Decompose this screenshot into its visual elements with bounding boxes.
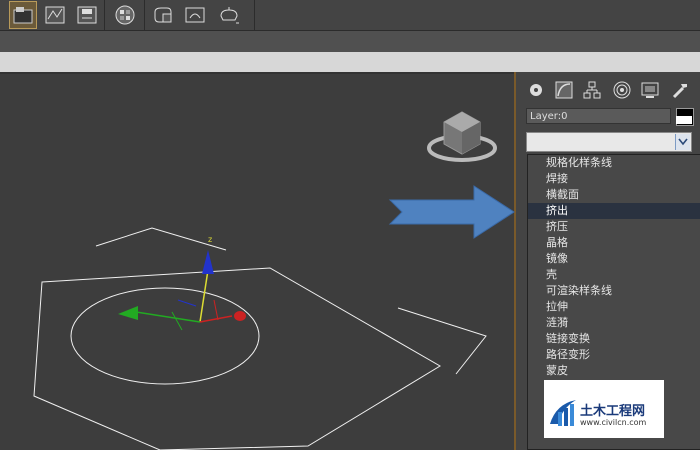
list-item[interactable]: 挤压: [528, 219, 700, 235]
open-icon[interactable]: [9, 1, 37, 29]
list-item[interactable]: 晶格: [528, 235, 700, 251]
spline-outline: [33, 227, 487, 450]
curve-editor-icon[interactable]: [42, 2, 68, 28]
command-panel-tabs: [524, 78, 700, 104]
watermark-title: 土木工程网: [580, 404, 646, 419]
list-item[interactable]: 壳: [528, 267, 700, 283]
list-item[interactable]: 规格化样条线: [528, 155, 700, 171]
civilcn-logo-icon: [550, 400, 576, 426]
layer-field[interactable]: Layer:0: [526, 108, 671, 124]
display-tab[interactable]: [638, 78, 662, 102]
watermark-url: www.civilcn.com: [580, 418, 647, 427]
list-item[interactable]: 焊接: [528, 171, 700, 187]
annotation-arrow-icon: [388, 184, 518, 240]
toolbar-group-files: [0, 0, 105, 30]
watermark-logo: 土木工程网 www.civilcn.com: [544, 380, 664, 438]
list-item[interactable]: 拉伸: [528, 299, 700, 315]
create-tab[interactable]: [524, 78, 548, 102]
hierarchy-tab[interactable]: [580, 78, 604, 102]
utilities-tab[interactable]: [668, 78, 692, 102]
render-icon[interactable]: [216, 2, 242, 28]
viewcube-icon[interactable]: [427, 111, 497, 162]
list-item[interactable]: 横截面: [528, 187, 700, 203]
object-color-swatch-white: [676, 116, 692, 124]
save-icon[interactable]: [74, 2, 100, 28]
viewport-label-bar: [0, 52, 700, 74]
list-item[interactable]: 蒙皮: [528, 363, 700, 379]
perspective-viewport[interactable]: z: [0, 74, 514, 450]
list-item[interactable]: 可渲染样条线: [528, 283, 700, 299]
render-setup-icon[interactable]: [150, 2, 176, 28]
toolbar-group-material: [104, 0, 145, 30]
ribbon-strip: [0, 30, 700, 53]
list-item[interactable]: 链接变换: [528, 331, 700, 347]
list-item[interactable]: 涟漪: [528, 315, 700, 331]
motion-tab[interactable]: [610, 78, 634, 102]
viewport-scene: z: [33, 111, 497, 450]
list-item[interactable]: 路径变形: [528, 347, 700, 363]
material-icon[interactable]: [112, 2, 138, 28]
list-item[interactable]: 镜像: [528, 251, 700, 267]
list-item-selected[interactable]: 挤出: [528, 203, 700, 219]
main-toolbar: [0, 0, 700, 30]
modify-tab[interactable]: [552, 78, 576, 102]
chevron-down-icon[interactable]: [675, 134, 690, 150]
z-axis-label: z: [208, 235, 212, 244]
rendered-frame-icon[interactable]: [182, 2, 208, 28]
modifier-list-dropdown[interactable]: [526, 132, 692, 152]
toolbar-group-render: [144, 0, 255, 30]
